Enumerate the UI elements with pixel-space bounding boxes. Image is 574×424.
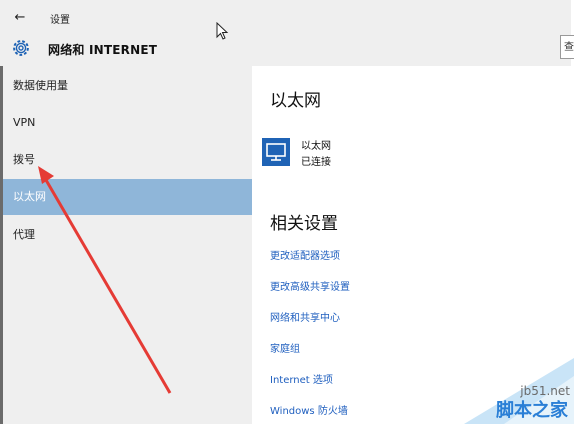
search-box[interactable]: 查 bbox=[560, 35, 574, 59]
watermark: jb51.net 脚本之家 bbox=[424, 358, 574, 424]
section-title-related: 相关设置 bbox=[270, 214, 338, 234]
link-adapter-options[interactable]: 更改适配器选项 bbox=[270, 247, 340, 262]
app-title: 设置 bbox=[50, 15, 70, 26]
mouse-cursor-icon bbox=[216, 22, 229, 40]
link-advanced-sharing[interactable]: 更改高级共享设置 bbox=[270, 278, 350, 293]
sidebar-item-dialup[interactable]: 拨号 bbox=[3, 142, 252, 178]
sidebar-item-ethernet[interactable]: 以太网 bbox=[3, 179, 252, 215]
connection-name[interactable]: 以太网 bbox=[301, 137, 331, 152]
gear-icon bbox=[13, 40, 29, 56]
section-title-ethernet: 以太网 bbox=[270, 91, 321, 111]
monitor-network-icon[interactable] bbox=[262, 138, 290, 166]
sidebar-item-proxy[interactable]: 代理 bbox=[3, 217, 252, 253]
title-bar: ← 设置 网络和 INTERNET 查 bbox=[0, 0, 574, 66]
watermark-brand: 脚本之家 bbox=[496, 400, 568, 421]
link-internet-options[interactable]: Internet 选项 bbox=[270, 371, 333, 386]
link-windows-firewall[interactable]: Windows 防火墙 bbox=[270, 402, 348, 417]
link-homegroup[interactable]: 家庭组 bbox=[270, 340, 300, 355]
connection-status: 已连接 bbox=[301, 157, 331, 168]
page-title: 网络和 INTERNET bbox=[48, 43, 158, 57]
back-button[interactable]: ← bbox=[10, 9, 30, 27]
sidebar-item-data-usage[interactable]: 数据使用量 bbox=[3, 68, 252, 104]
link-sharing-center[interactable]: 网络和共享中心 bbox=[270, 309, 340, 324]
sidebar-item-vpn[interactable]: VPN bbox=[3, 105, 252, 141]
